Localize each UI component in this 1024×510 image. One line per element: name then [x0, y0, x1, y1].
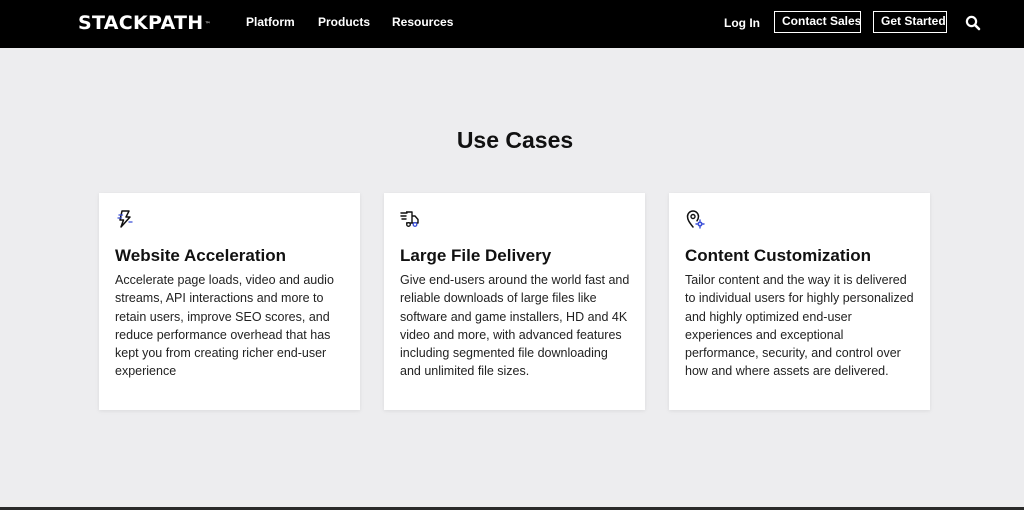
delivery-truck-icon [400, 209, 420, 229]
get-started-button[interactable]: Get Started [873, 11, 947, 33]
card-website-acceleration: Website Acceleration Accelerate page loa… [99, 193, 360, 410]
card-large-file-delivery: Large File Delivery Give end-users aroun… [384, 193, 645, 410]
nav-link-resources[interactable]: Resources [392, 14, 453, 30]
nav-link-products[interactable]: Products [318, 14, 370, 30]
lightning-bolt-icon [115, 209, 135, 229]
card-description: Tailor content and the way it is deliver… [685, 273, 914, 379]
logo-trademark: ™ [204, 21, 211, 28]
card-title: Content Customization [685, 246, 872, 265]
stackpath-logo[interactable]: STACKPATH™ [78, 11, 211, 35]
logo-text: STACKPATH [78, 12, 204, 34]
card-description: Accelerate page loads, video and audio s… [115, 273, 334, 379]
page-title: Use Cases [456, 127, 574, 153]
top-navbar: STACKPATH™ Platform Products Resources L… [0, 0, 1024, 48]
login-link[interactable]: Log In [724, 15, 760, 31]
search-icon[interactable] [965, 15, 981, 31]
card-title: Large File Delivery [400, 246, 552, 265]
card-title: Website Acceleration [115, 246, 287, 265]
nav-link-platform[interactable]: Platform [246, 14, 295, 30]
card-content-customization: Content Customization Tailor content and… [669, 193, 930, 410]
location-gear-icon [685, 209, 705, 229]
contact-sales-button[interactable]: Contact Sales [774, 11, 861, 33]
card-description: Give end-users around the world fast and… [400, 273, 630, 379]
